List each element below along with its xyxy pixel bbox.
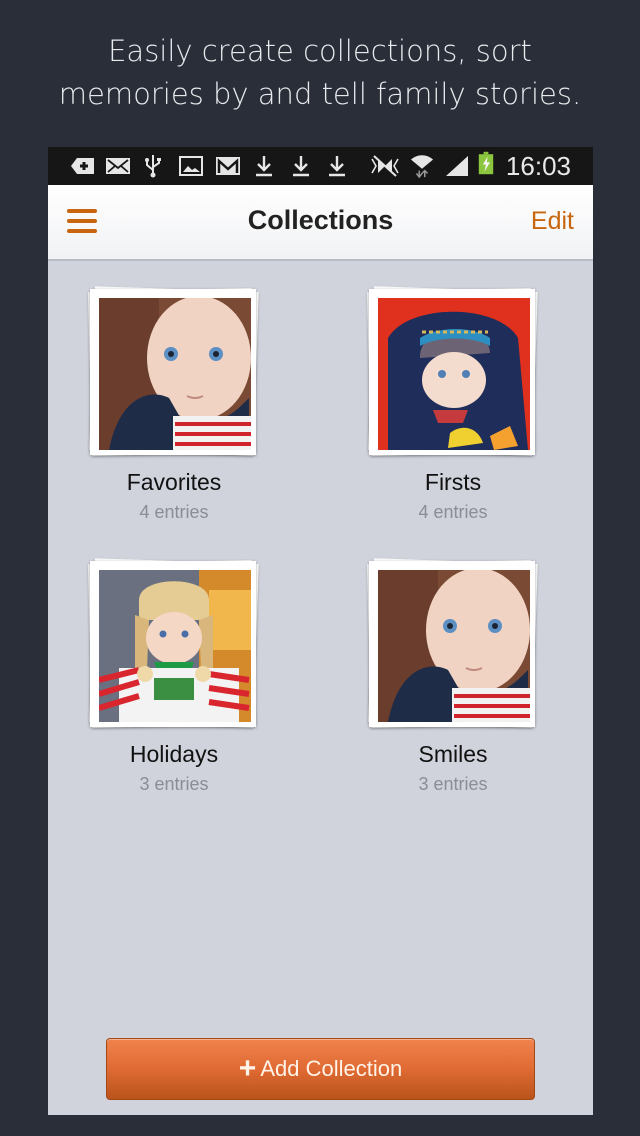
status-bar: 16:03 (48, 147, 593, 185)
download-icon (256, 156, 272, 177)
usb-icon (145, 155, 161, 178)
collection-tile[interactable]: Firsts 4 entries (353, 286, 553, 523)
collection-name: Firsts (424, 469, 482, 495)
promo-line-2: memories by and tell family stories. (58, 77, 582, 111)
app-bar: Collections Edit (48, 185, 593, 261)
gallery-icon (179, 156, 203, 176)
wifi-icon (410, 155, 434, 178)
promo-line-1: Easily create collections, sort (108, 34, 532, 68)
collection-cover-photo (378, 570, 530, 722)
edit-button[interactable]: Edit (531, 207, 574, 236)
collection-name: Favorites (126, 469, 222, 495)
gmail-icon (216, 157, 240, 175)
photo-stack (87, 286, 260, 457)
battery-charging-icon (478, 151, 494, 175)
collection-count: 4 entries (139, 502, 209, 522)
collection-cover-photo (99, 298, 251, 450)
mute-icon (371, 155, 399, 177)
download-icon (293, 156, 309, 177)
collection-cover-photo (378, 298, 530, 450)
collection-cover-photo (99, 570, 251, 722)
add-collection-label: Add Collection (260, 1056, 403, 1081)
collection-name: Smiles (418, 741, 488, 767)
photo-stack (366, 286, 539, 457)
email-icon (106, 158, 130, 174)
collection-tile[interactable]: Holidays 3 entries (74, 558, 274, 795)
collection-tile[interactable]: Smiles 3 entries (353, 558, 553, 795)
signal-icon (446, 156, 468, 176)
photo-stack (87, 558, 260, 729)
promo-caption: Easily create collections, sort memories… (0, 30, 640, 116)
collection-tile[interactable]: Favorites 4 entries (74, 286, 274, 523)
collection-count: 3 entries (418, 774, 488, 794)
app-screen: Collections Edit Favorites 4 entries Fir… (48, 185, 593, 1115)
download-icon (329, 156, 345, 177)
photo-stack (366, 558, 539, 729)
add-collection-button[interactable]: + Add Collection (106, 1038, 535, 1100)
add-notification-icon (71, 158, 94, 174)
clock: 16:03 (505, 151, 571, 181)
collection-count: 4 entries (418, 502, 488, 522)
page-title: Collections (247, 205, 394, 235)
plus-icon: + (238, 1052, 257, 1085)
collection-count: 3 entries (139, 774, 209, 794)
collection-name: Holidays (129, 741, 219, 767)
